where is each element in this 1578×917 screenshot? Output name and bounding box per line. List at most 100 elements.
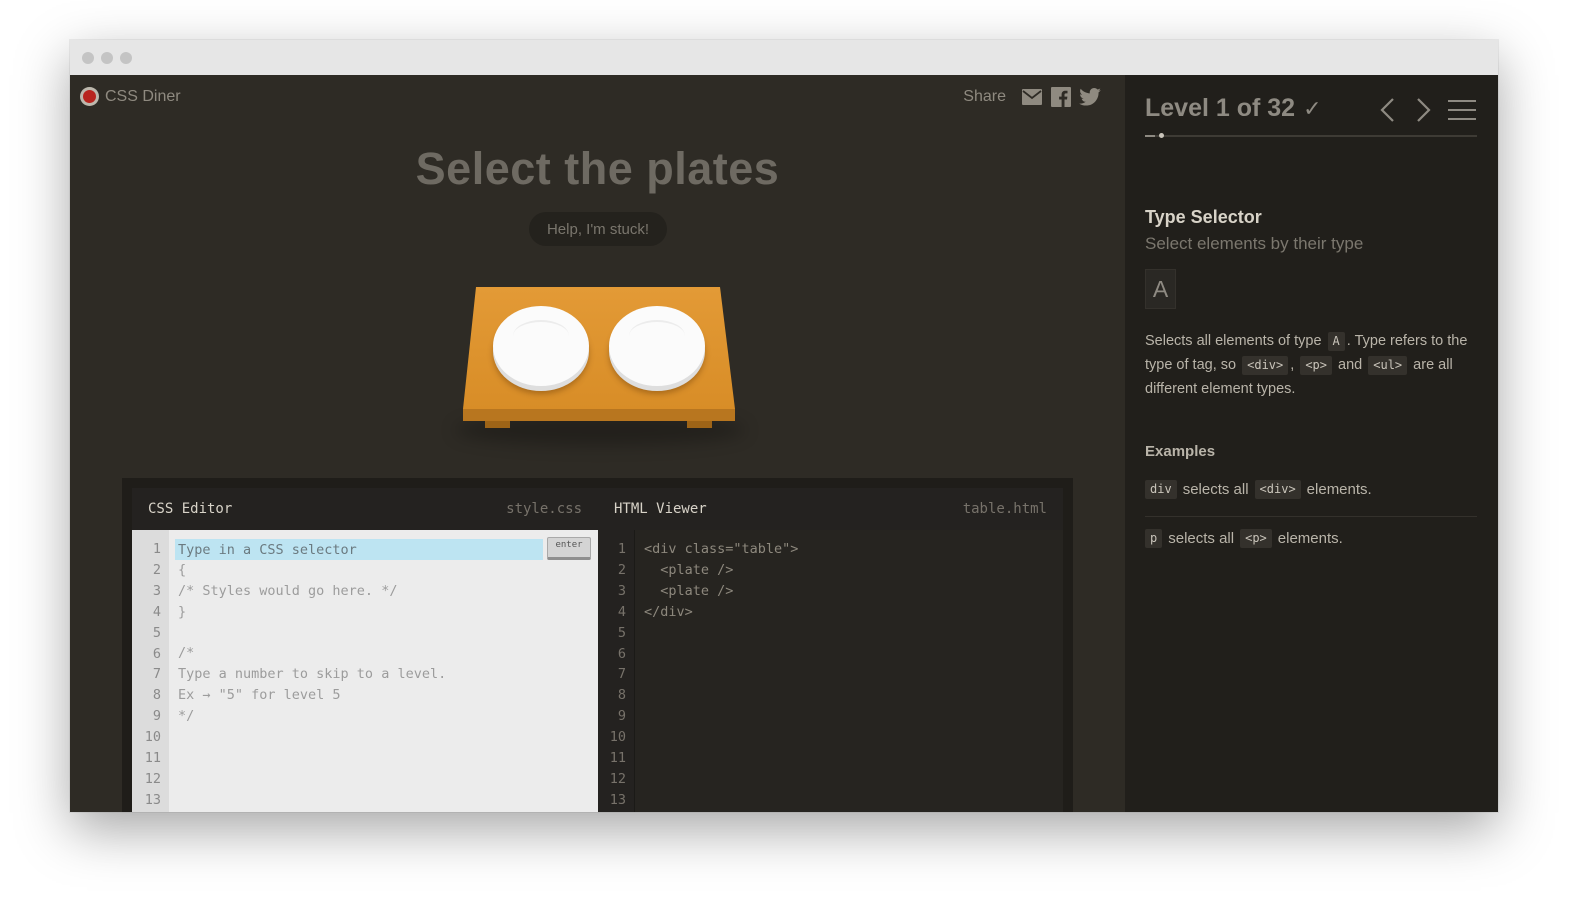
line-number: 2 bbox=[617, 561, 626, 578]
code-tag: <div> bbox=[1254, 480, 1301, 499]
mail-icon[interactable] bbox=[1021, 86, 1043, 108]
css-code-line: */ bbox=[178, 708, 195, 725]
editor-panel: CSS Editor style.css HTML Viewer table.h… bbox=[122, 478, 1073, 812]
html-code-line bbox=[644, 664, 798, 685]
css-code-line bbox=[178, 790, 446, 811]
examples-title: Examples bbox=[1145, 443, 1216, 460]
line-number: 1 bbox=[152, 541, 161, 557]
html-code-line: <div class="table"> bbox=[644, 541, 799, 557]
line-number: 7 bbox=[617, 666, 626, 683]
css-code-line bbox=[178, 769, 446, 790]
html-code[interactable]: <div class="table"> <plate /> <plate /> <… bbox=[644, 539, 798, 811]
html-code-line: <plate /> bbox=[644, 561, 734, 578]
hamburger-menu-icon bbox=[1448, 100, 1476, 120]
facebook-icon[interactable] bbox=[1050, 86, 1072, 108]
code-tag: p bbox=[1145, 529, 1163, 548]
share-label: Share bbox=[963, 88, 1006, 105]
css-code-line bbox=[178, 623, 446, 644]
line-number: 5 bbox=[617, 624, 626, 641]
line-number: 10 bbox=[144, 729, 161, 746]
line-number: 13 bbox=[609, 791, 626, 808]
window-titlebar bbox=[70, 40, 1498, 75]
plate[interactable] bbox=[493, 306, 589, 386]
line-number: 8 bbox=[152, 687, 161, 704]
game-area: CSS Diner Share Select the plates Help, … bbox=[70, 75, 1125, 812]
css-code-line bbox=[178, 748, 446, 769]
line-number: 12 bbox=[609, 770, 626, 787]
code-tag: <p> bbox=[1300, 356, 1332, 375]
level-sidebar: Level 1 of 32 ✓ Type Selector Select ele… bbox=[1125, 75, 1498, 812]
line-number: 11 bbox=[144, 750, 161, 767]
html-viewer-header: HTML Viewer table.html bbox=[598, 488, 1063, 530]
code-tag: div bbox=[1145, 480, 1177, 499]
level-progress-fill bbox=[1145, 135, 1156, 137]
example-item: div selects all <div> elements. bbox=[1145, 480, 1372, 499]
examples-divider bbox=[1145, 516, 1477, 517]
css-editor-header: CSS Editor style.css bbox=[132, 488, 598, 530]
share-bar: Share bbox=[963, 86, 1101, 108]
css-code: {/* Styles would go here. */} /* Type a nu… bbox=[178, 539, 446, 811]
level-instruction: Select the plates bbox=[415, 143, 780, 194]
plate[interactable] bbox=[609, 306, 705, 386]
css-code-line: /* bbox=[178, 645, 195, 662]
app-logo[interactable]: CSS Diner bbox=[80, 87, 181, 106]
html-code-line: <plate /> bbox=[644, 582, 734, 599]
code-tag: <p> bbox=[1240, 529, 1272, 548]
level-indicator[interactable]: Level 1 of 32 ✓ bbox=[1145, 94, 1322, 123]
window-close-dot[interactable] bbox=[82, 52, 94, 64]
browser-window: CSS Diner Share Select the plates Help, … bbox=[70, 40, 1498, 812]
line-number: 11 bbox=[609, 750, 626, 767]
html-code-line bbox=[644, 623, 798, 644]
html-viewer-filename: table.html bbox=[962, 501, 1047, 517]
twitter-icon[interactable] bbox=[1079, 86, 1101, 108]
line-number: 7 bbox=[152, 666, 161, 683]
level-menu-button[interactable] bbox=[1448, 95, 1476, 125]
code-tag: <div> bbox=[1242, 356, 1289, 375]
html-code-line bbox=[644, 706, 798, 727]
level-text: Level 1 of 32 bbox=[1145, 94, 1296, 122]
html-code-line bbox=[644, 727, 798, 748]
selector-syntax: A bbox=[1145, 269, 1176, 309]
line-number: 5 bbox=[152, 624, 161, 641]
logo-icon bbox=[80, 87, 99, 106]
css-code-line: /* Styles would go here. */ bbox=[178, 582, 398, 599]
css-code-line: Ex → "5" for level 5 bbox=[178, 687, 341, 704]
css-code-line bbox=[178, 727, 446, 748]
line-number: 1 bbox=[617, 541, 626, 557]
line-number: 13 bbox=[144, 791, 161, 808]
line-number: 4 bbox=[617, 603, 626, 620]
chevron-right-icon bbox=[1417, 98, 1431, 122]
css-selector-input[interactable] bbox=[175, 539, 543, 560]
logo-text: CSS Diner bbox=[105, 87, 181, 105]
html-code-line bbox=[644, 643, 798, 664]
code-tag: <ul> bbox=[1368, 356, 1408, 375]
previous-level-button[interactable] bbox=[1374, 95, 1400, 125]
line-number: 4 bbox=[152, 603, 161, 620]
table-leg-right bbox=[687, 420, 712, 428]
css-code-line: } bbox=[178, 603, 187, 620]
window-maximize-dot[interactable] bbox=[120, 52, 132, 64]
next-level-button[interactable] bbox=[1411, 95, 1437, 125]
table-leg-left bbox=[485, 420, 510, 428]
chevron-left-icon bbox=[1380, 98, 1394, 122]
selector-description: Selects all elements of type A. Type ref… bbox=[1145, 332, 1468, 397]
html-code-line bbox=[644, 790, 798, 811]
line-number: 6 bbox=[152, 645, 161, 662]
line-number: 2 bbox=[152, 561, 161, 578]
help-button[interactable]: Help, I'm stuck! bbox=[529, 212, 667, 246]
css-editor-title: CSS Editor bbox=[148, 501, 233, 517]
line-number: 9 bbox=[617, 708, 626, 725]
html-code-line: </div> bbox=[644, 603, 693, 620]
css-editor-filename: style.css bbox=[506, 501, 582, 517]
line-number: 12 bbox=[144, 770, 161, 787]
html-line-numbers: 1 2 3 4 5 6 7 8 9 10 11 12 13 bbox=[598, 530, 635, 812]
line-number: 9 bbox=[152, 708, 161, 725]
selector-name: Type Selector bbox=[1145, 207, 1262, 227]
window-minimize-dot[interactable] bbox=[101, 52, 113, 64]
html-code-line bbox=[644, 748, 798, 769]
selector-subtitle: Select elements by their type bbox=[1145, 234, 1364, 253]
line-number: 3 bbox=[617, 582, 626, 599]
enter-button[interactable]: enter bbox=[547, 537, 591, 560]
html-code-line bbox=[644, 769, 798, 790]
html-viewer-title: HTML Viewer bbox=[614, 501, 707, 517]
